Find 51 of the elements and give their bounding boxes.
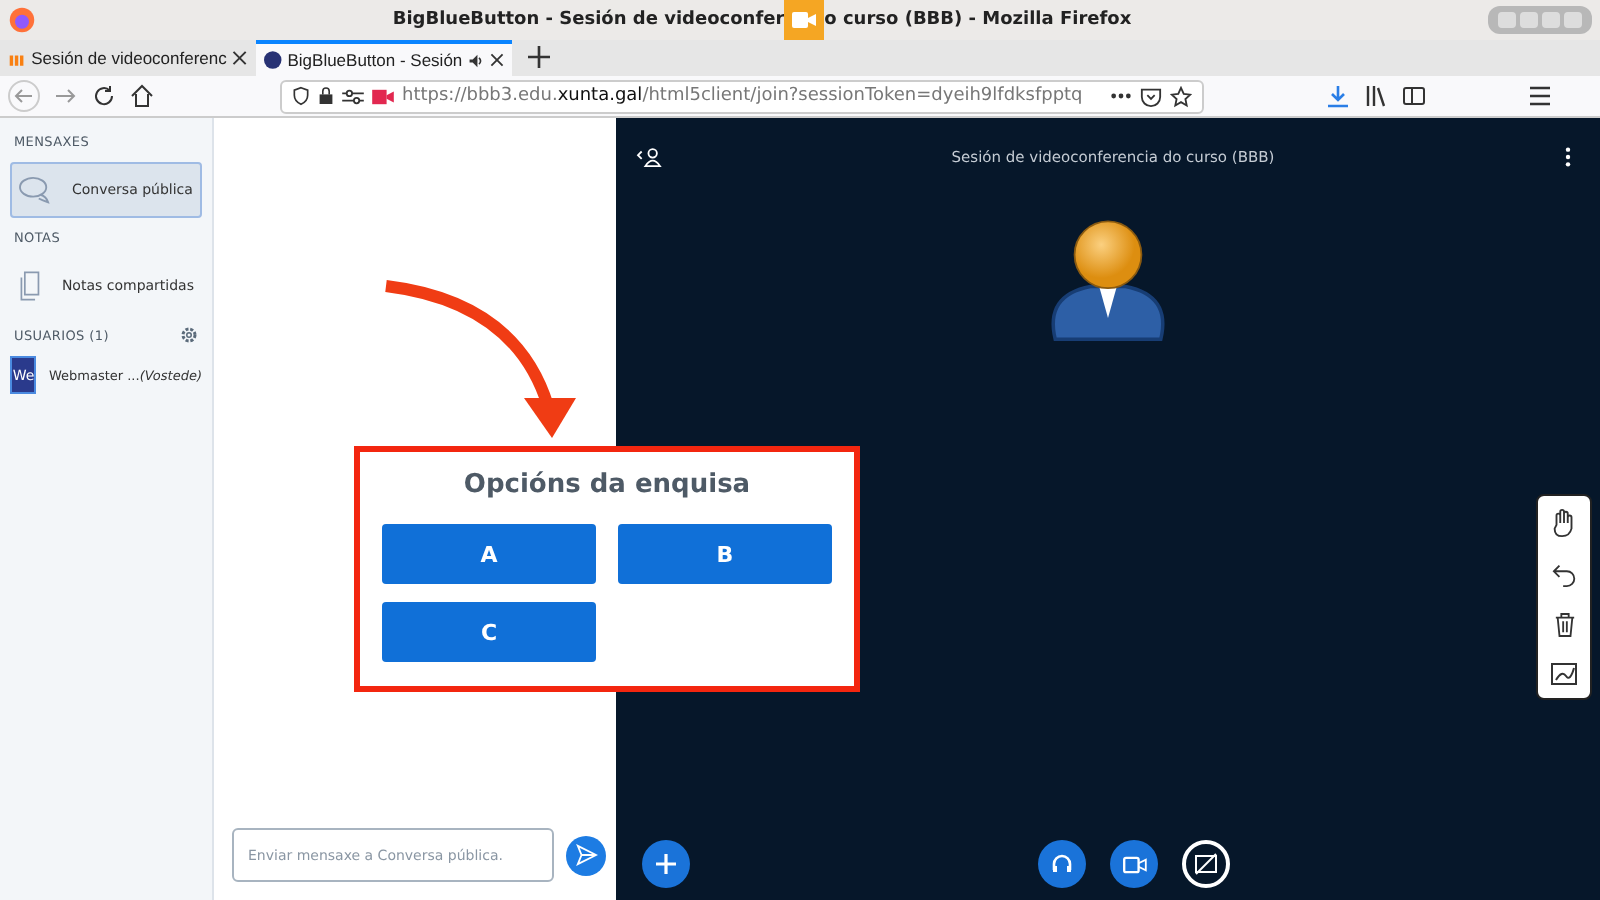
user-list-icon[interactable] xyxy=(636,146,662,168)
add-button[interactable] xyxy=(642,840,690,888)
undo-icon[interactable] xyxy=(1551,562,1577,588)
browser-logo-icon xyxy=(8,6,36,34)
settings-icon[interactable] xyxy=(180,326,198,344)
window-title: o curso (BBB) - Mozilla Firefox xyxy=(824,10,1132,30)
browser-tab[interactable]: BigBlueButton - Sesión xyxy=(256,40,512,76)
star-icon[interactable] xyxy=(1170,85,1192,107)
document-icon xyxy=(18,270,42,302)
new-tab-icon[interactable] xyxy=(528,46,550,68)
poll-option-button[interactable]: B xyxy=(618,524,832,584)
chat-icon xyxy=(18,175,52,205)
close-icon[interactable] xyxy=(490,52,504,68)
url-text: https://bbb3.edu.xunta.gal/html5client/join?sessionToken=dyeih9lfdksfpptq xyxy=(402,86,1083,106)
plus-icon xyxy=(654,852,678,876)
forward-icon[interactable] xyxy=(54,84,78,108)
lock-icon xyxy=(318,86,334,106)
headphones-icon xyxy=(1050,852,1074,876)
menu-icon[interactable] xyxy=(1528,86,1552,106)
back-icon[interactable] xyxy=(8,80,40,112)
poll-option-button[interactable]: C xyxy=(382,602,596,662)
trash-icon[interactable] xyxy=(1553,612,1575,638)
screen-share-button[interactable] xyxy=(1182,840,1230,888)
camera-icon xyxy=(784,0,825,40)
library-icon[interactable] xyxy=(1364,84,1388,108)
permissions-icon xyxy=(342,87,364,105)
address-bar[interactable]: https://bbb3.edu.xunta.gal/html5client/join?sessionToken=dyeih9lfdksfpptq xyxy=(280,79,1204,113)
poll-option-button[interactable]: A xyxy=(382,524,596,584)
more-icon[interactable] xyxy=(1110,92,1132,100)
shield-icon xyxy=(292,86,310,106)
window-title: BigBlueButton - Sesión de videoconfer xyxy=(392,10,785,30)
chart-icon[interactable] xyxy=(1550,662,1578,686)
close-icon[interactable] xyxy=(232,50,248,66)
reload-icon[interactable] xyxy=(92,84,116,108)
send-button[interactable] xyxy=(566,835,606,875)
download-icon[interactable] xyxy=(1326,84,1350,108)
sidebar-icon[interactable] xyxy=(1402,84,1426,108)
send-icon xyxy=(575,844,597,866)
pocket-icon[interactable] xyxy=(1140,85,1162,107)
video-camera-icon xyxy=(1121,855,1147,873)
speaker-icon xyxy=(468,51,485,69)
site-icon xyxy=(264,50,282,70)
poll-title: Opcións da enquisa xyxy=(463,470,751,500)
audio-button[interactable] xyxy=(1038,840,1086,888)
video-button[interactable] xyxy=(1110,840,1158,888)
screen-share-off-icon xyxy=(1194,852,1218,876)
camera-icon xyxy=(372,87,394,105)
hand-icon[interactable] xyxy=(1550,508,1578,538)
home-icon[interactable] xyxy=(130,84,154,108)
browser-tab[interactable]: Sesión de videoconferenc xyxy=(0,40,256,76)
options-icon[interactable] xyxy=(1564,146,1572,168)
